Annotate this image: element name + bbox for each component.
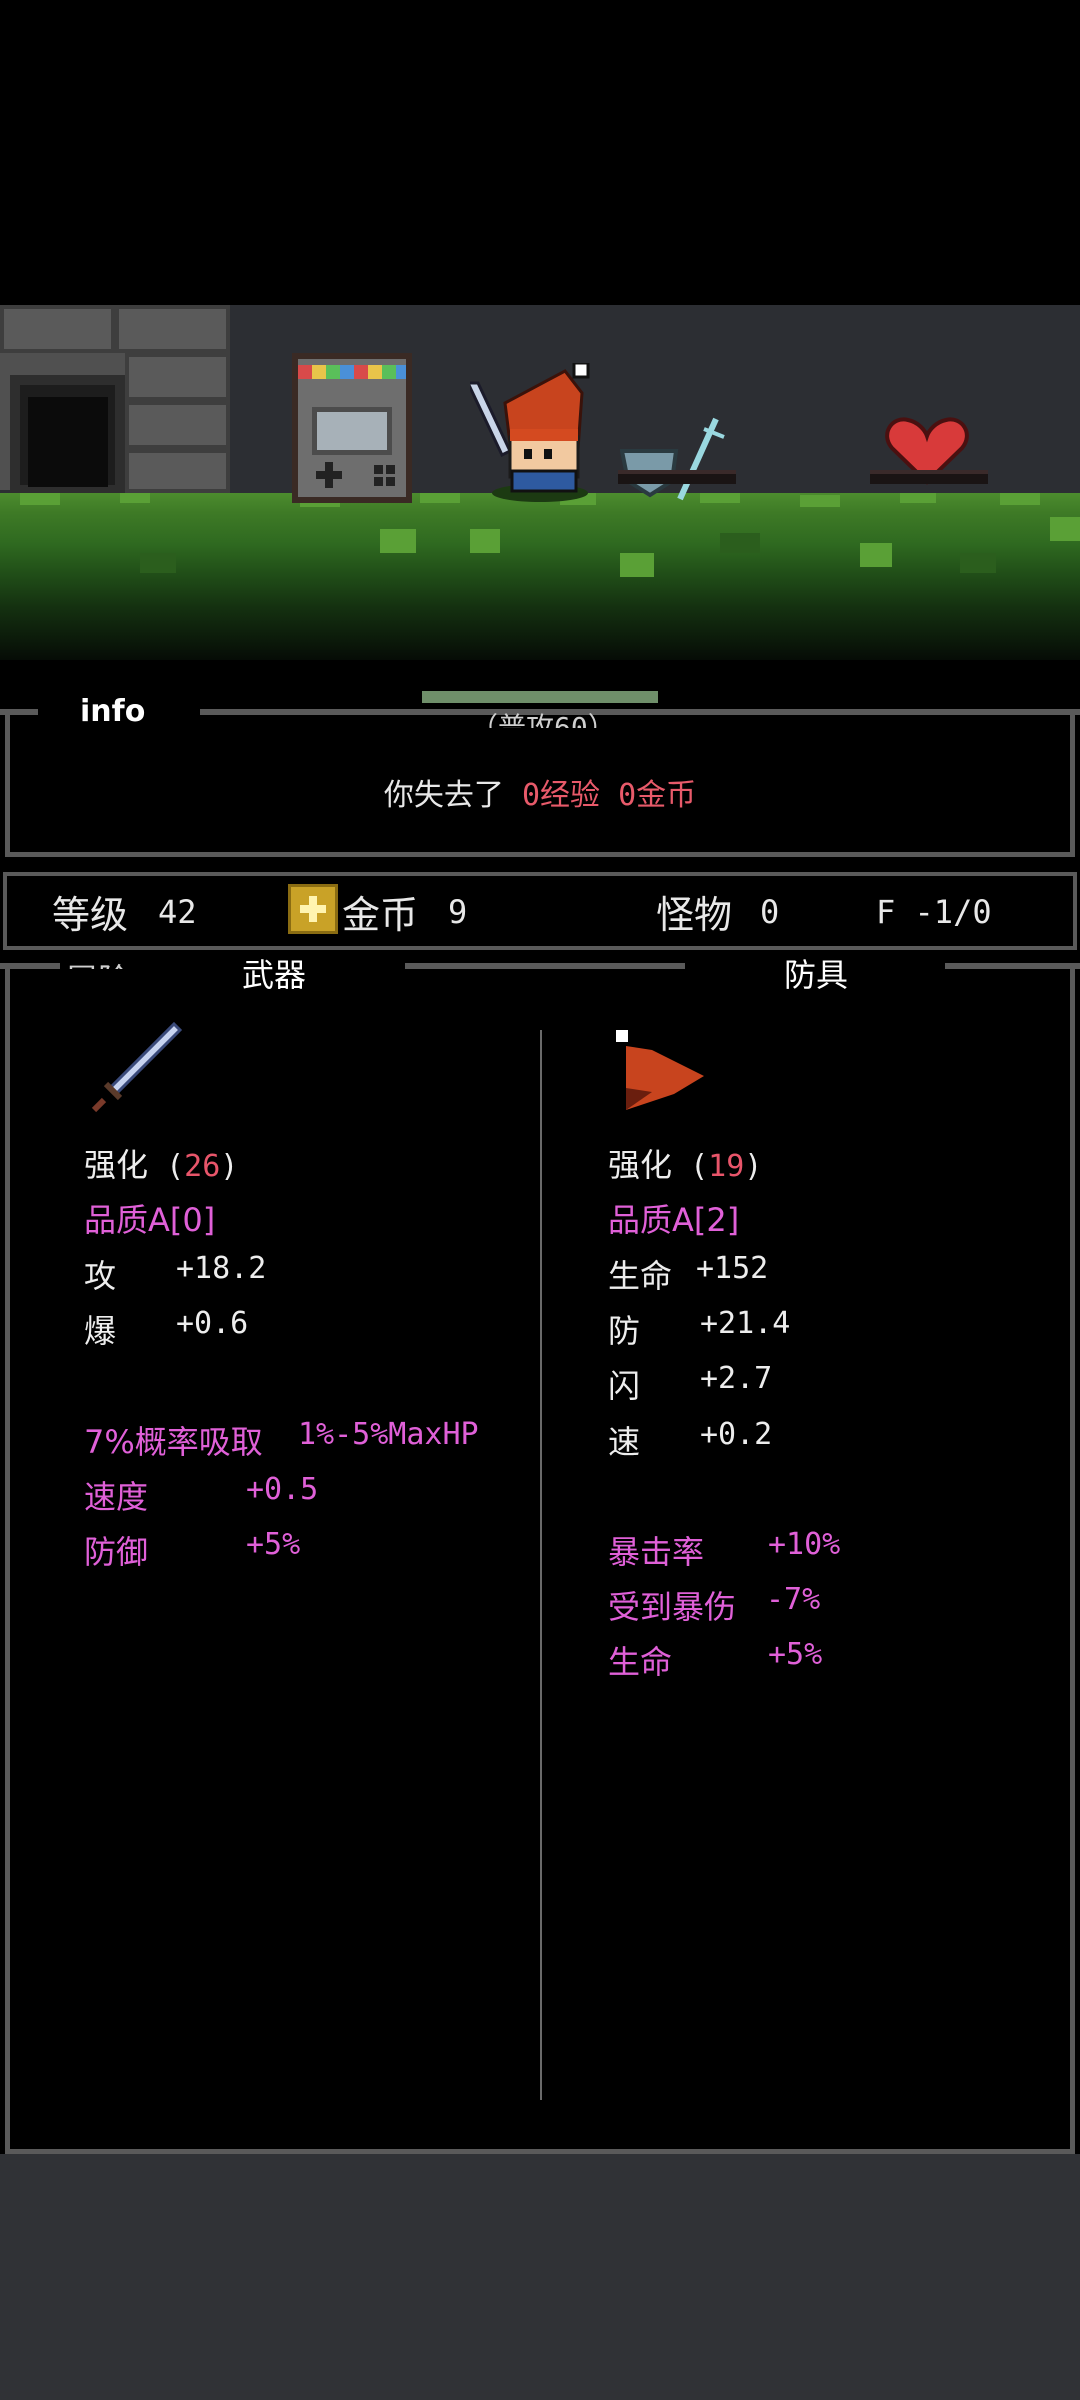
armor-stat-row: 闪 +2.7 (608, 1361, 772, 1407)
armor-bonus-value: +10% (768, 1527, 841, 1562)
armor-stat-label: 生命 (608, 1257, 673, 1295)
armor-quality-text: 品质A[2] (608, 1201, 740, 1239)
armor-bonus-row: 暴击率 +10% (608, 1527, 840, 1573)
game-scene (0, 305, 1080, 660)
sword-icon[interactable] (88, 1020, 184, 1116)
lose-gold: 0金币 (618, 778, 697, 813)
info-tab[interactable]: info (80, 694, 145, 729)
weapon-quality-text: 品质A[0] (84, 1201, 216, 1239)
weapon-bonus-label: 速度 (84, 1478, 149, 1516)
lose-prefix: 你失去了 (383, 778, 522, 813)
armor-stat-label: 防 (608, 1312, 641, 1350)
weapon-stat-row: 攻 +18.2 (84, 1251, 266, 1297)
progress-bar (422, 691, 658, 703)
armor-stat-value: +152 (696, 1251, 769, 1286)
floor-indicator: F -1/0 (876, 893, 992, 931)
armor-stat-row: 速 +0.2 (608, 1417, 772, 1463)
weapon-stat-value: +0.6 (176, 1306, 249, 1341)
armor-bonus-value: -7% (766, 1582, 821, 1617)
armor-bonus-row: 生命 +5% (608, 1637, 822, 1683)
weapon-enhance-label: 强化 (84, 1146, 149, 1184)
weapon-bonus-label: 防御 (84, 1533, 149, 1571)
armor-bonus-label: 暴击率 (608, 1533, 705, 1571)
grass-ground (0, 493, 1080, 660)
armor-bonus-label: 受到暴伤 (608, 1588, 737, 1626)
armor-stat-row: 防 +21.4 (608, 1306, 790, 1352)
top-black-bar (0, 0, 1080, 305)
info-log-cut-line: （普攻60） (470, 711, 616, 728)
tab-weapon[interactable]: 武器 (242, 950, 306, 996)
lose-exp: 0经验 (521, 778, 600, 813)
gold-value: 9 (448, 893, 468, 931)
armor-stat-label: 闪 (608, 1367, 641, 1405)
armor-stat-value: +0.2 (700, 1417, 773, 1452)
armor-enhance-label: 强化 (608, 1146, 673, 1184)
heart-item-icon[interactable] (870, 410, 985, 500)
tab-armor[interactable]: 防具 (784, 950, 848, 996)
hero-character[interactable] (470, 363, 610, 503)
bottom-area (0, 2154, 1080, 2400)
weapon-bonus-row: 速度 +0.5 (84, 1472, 318, 1518)
monster-label: 怪物 (656, 893, 733, 937)
weapon-bonus-value: +5% (246, 1527, 301, 1562)
weapon-quality: 品质A[0] (84, 1195, 215, 1241)
weapon-enhance-value: 26 (184, 1149, 221, 1184)
weapon-bonus-value: +0.5 (246, 1472, 319, 1507)
armor-quality: 品质A[2] (608, 1195, 739, 1241)
level-value: 42 (158, 893, 197, 931)
weapon-bonus-value: 1%-5%MaxHP (298, 1417, 479, 1452)
armor-stat-value: +21.4 (700, 1306, 791, 1341)
dungeon-door[interactable] (10, 375, 125, 495)
weapon-stat-label: 攻 (84, 1257, 117, 1295)
armor-enhance: 强化 (19) (608, 1146, 763, 1184)
armor-bonus-row: 受到暴伤 -7% (608, 1582, 820, 1628)
weapon-bonus-row: 防御 +5% (84, 1527, 300, 1573)
level-label: 等级 (52, 893, 129, 937)
monster-value: 0 (760, 893, 780, 931)
weapon-stat-label: 爆 (84, 1312, 117, 1350)
armor-enhance-value: 19 (708, 1149, 745, 1184)
wizard-hat-icon[interactable] (612, 1028, 708, 1112)
weapon-bonus-label: 7%概率吸取 (84, 1423, 263, 1461)
armor-bonus-value: +5% (768, 1637, 823, 1672)
armor-stat-row: 生命 +152 (608, 1251, 768, 1297)
column-divider (540, 1030, 542, 2100)
shield-item-icon[interactable] (620, 415, 730, 505)
armor-stat-label: 速 (608, 1423, 641, 1461)
weapon-bonus-row: 7%概率吸取 1%-5%MaxHP (84, 1417, 479, 1463)
game-console-shop[interactable] (292, 353, 412, 503)
armor-stat-value: +2.7 (700, 1361, 773, 1396)
weapon-stat-row: 爆 +0.6 (84, 1306, 248, 1352)
stone-wall (0, 305, 230, 495)
armor-bonus-label: 生命 (608, 1643, 673, 1681)
weapon-stat-value: +18.2 (176, 1251, 267, 1286)
add-gold-icon[interactable] (288, 884, 338, 934)
weapon-enhance: 强化 (26) (84, 1146, 239, 1184)
gold-label: 金币 (342, 893, 419, 937)
tab-adventure[interactable]: 冒险 (66, 955, 146, 969)
info-log-message: 你失去了 0经验 0金币 (0, 770, 1080, 814)
